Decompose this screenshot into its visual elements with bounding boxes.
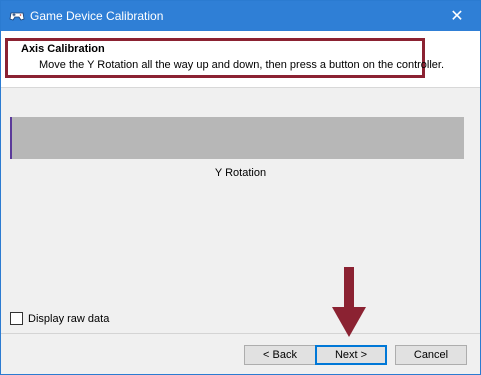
display-raw-data-label[interactable]: Display raw data bbox=[28, 313, 109, 325]
gamepad-icon bbox=[9, 12, 25, 21]
window-title: Game Device Calibration bbox=[30, 9, 164, 23]
arrow-down-icon bbox=[332, 267, 366, 337]
header-description: Move the Y Rotation all the way up and d… bbox=[39, 59, 445, 71]
cancel-button[interactable]: Cancel bbox=[395, 345, 467, 365]
calibration-window: Game Device Calibration ✕ Axis Calibrati… bbox=[0, 0, 481, 375]
back-button[interactable]: < Back bbox=[244, 345, 316, 365]
axis-position-marker bbox=[10, 117, 12, 159]
close-icon: ✕ bbox=[450, 8, 464, 25]
title-bar: Game Device Calibration ✕ bbox=[1, 1, 480, 31]
close-button[interactable]: ✕ bbox=[434, 1, 480, 31]
axis-label: Y Rotation bbox=[214, 167, 267, 179]
display-raw-data-option[interactable]: Display raw data bbox=[10, 312, 109, 325]
footer-separator bbox=[1, 333, 480, 334]
header-title: Axis Calibration bbox=[21, 43, 105, 55]
next-button[interactable]: Next > bbox=[315, 345, 387, 365]
axis-bar bbox=[10, 117, 464, 159]
display-raw-data-checkbox[interactable] bbox=[10, 312, 23, 325]
